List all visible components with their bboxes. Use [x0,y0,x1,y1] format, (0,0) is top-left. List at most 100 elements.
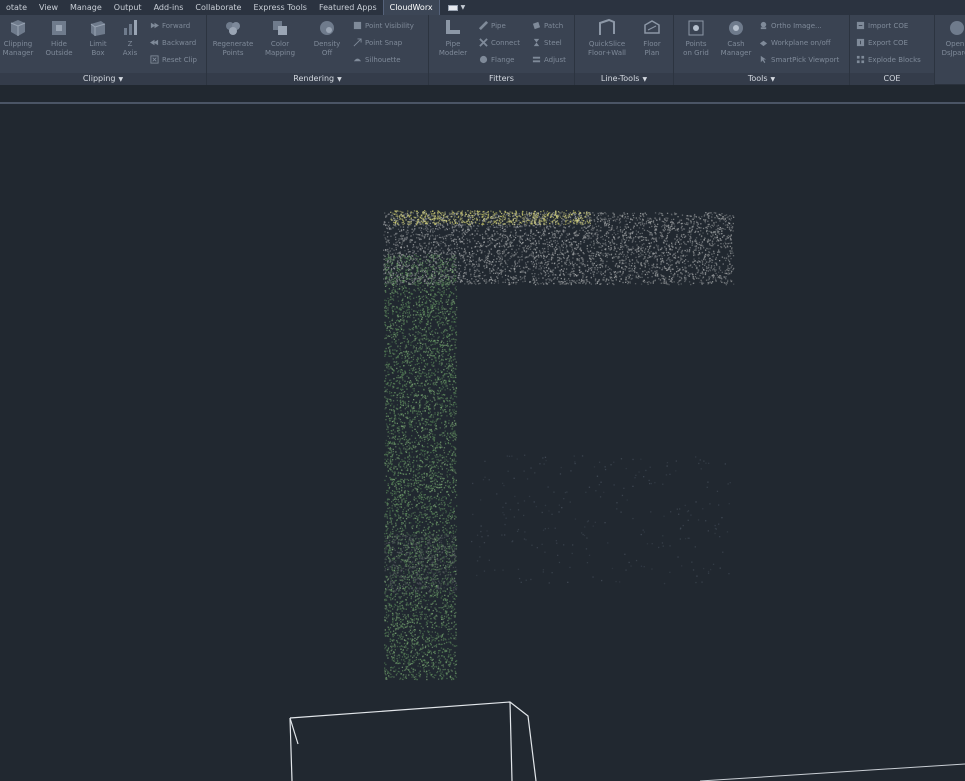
export-icon [856,38,865,47]
tab-cloudworx[interactable]: CloudWorx [382,0,440,15]
color-mapping-button[interactable]: Color Mapping [260,17,300,69]
tab-manage[interactable]: Manage [64,0,108,15]
patch-button[interactable]: Patch [532,18,563,33]
hide-outside-icon [52,21,66,35]
silhouette-icon [353,58,362,62]
floor-plan-button[interactable]: Floor Plan [633,17,671,69]
wireframe-box-left-edge [289,717,293,781]
panel-tools: Points on Grid Cash Manager Ortho Image.… [674,15,850,85]
tab-output[interactable]: Output [108,0,148,15]
clipping-manager-button[interactable]: Clipping Manager [0,17,38,69]
points-on-grid-icon [688,20,704,36]
color-mapping-icon [273,21,287,35]
panel-tools-title[interactable]: Tools ▼ [674,73,849,85]
patch-icon [532,21,541,30]
ortho-image-button[interactable]: Ortho Image... [759,18,822,33]
z-axis-icon [124,20,137,35]
workplane-icon [759,40,768,47]
tab-add-ins[interactable]: Add-ins [148,0,190,15]
steel-button[interactable]: Steel [532,35,562,50]
chevron-down-icon: ▼ [337,76,342,83]
panel-clipping-title[interactable]: Clipping ▼ [0,73,206,85]
ortho-image-icon [760,21,767,30]
ribbon-tab-bar: otate View Manage Output Add-ins Collabo… [0,0,965,15]
open-jetstream-icon [950,21,964,35]
cash-manager-button[interactable]: Cash Manager [716,17,756,69]
limit-box-icon [90,21,106,36]
density-off-button[interactable]: Density Off [307,17,347,69]
reset-clip-icon [150,55,159,64]
open-jetstream-button[interactable]: Open DsJpare [935,17,965,69]
point-visibility-icon [353,21,362,30]
point-visibility-button[interactable]: Point Visibility [353,18,414,33]
quickslice-icon [599,18,615,35]
workplane-button[interactable]: Workplane on/off [759,35,831,50]
pipe-icon [479,21,488,30]
cash-manager-icon [729,21,743,35]
import-coe-button[interactable]: Import COE [856,18,908,33]
point-snap-button[interactable]: Point Snap [353,35,402,50]
tab-featured-apps[interactable]: Featured Apps [313,0,383,15]
forward-button[interactable]: Forward [150,18,190,33]
connect-button[interactable]: Connect [479,35,520,50]
backward-icon [150,39,159,46]
chevron-down-icon: ▼ [460,4,466,11]
z-axis-button[interactable]: Z Axis [112,17,148,69]
tab-view[interactable]: View [33,0,64,15]
panel-line-tools: QuickSlice Floor+Wall Floor Plan Line-To… [575,15,674,85]
adjust-button[interactable]: Adjust [532,52,566,67]
smartpick-viewport-button[interactable]: SmartPick Viewport [759,52,839,67]
regenerate-points-icon [226,22,240,35]
points-on-grid-button[interactable]: Points on Grid [676,17,716,69]
wireframe-box [289,701,537,781]
panel-clipped: Open DsJpare [935,15,965,85]
panel-coe-title: COE [850,73,934,85]
panel-rendering-title[interactable]: Rendering ▼ [207,73,428,85]
steel-icon [533,38,540,47]
point-snap-icon [353,38,362,47]
floor-plan-icon [644,20,660,34]
adjust-icon [532,56,541,63]
silhouette-button[interactable]: Silhouette [353,52,401,67]
pipe-button[interactable]: Pipe [479,18,506,33]
density-icon [320,21,334,35]
ribbon: Clipping Manager Hide Outside Limit Box … [0,15,965,85]
smartpick-icon [760,55,767,64]
forward-icon [150,22,159,29]
chevron-down-icon: ▼ [642,76,648,83]
drawing-viewport[interactable] [0,104,965,781]
pipe-modeler-icon [446,20,460,34]
export-coe-button[interactable]: Export COE [856,35,908,50]
pipe-modeler-button[interactable]: Pipe Modeler [433,17,473,69]
tab-collaborate[interactable]: Collaborate [189,0,247,15]
panel-line-tools-title[interactable]: Line-Tools ▼ [575,73,673,85]
chevron-down-icon: ▼ [770,76,776,83]
ribbon-minimize-toggle[interactable]: ▼ [440,0,474,15]
wireframe-box-inner-edge [509,701,513,781]
flange-button[interactable]: Flange [479,52,514,67]
panel-fitters: Pipe Modeler Pipe Connect Flange Patch S… [429,15,575,85]
quickslice-button[interactable]: QuickSlice Floor+Wall [582,17,632,69]
explode-blocks-button[interactable]: Explode Blocks [856,52,921,67]
wireframe-box-top-edge [289,701,537,781]
ground-line [699,763,965,781]
panel-coe: Import COE Export COE Explode Blocks COE [850,15,935,85]
model-space-canvas [289,210,965,781]
tab-annotate[interactable]: otate [0,0,33,15]
clipping-manager-icon [10,20,26,36]
panel-rendering: Regenerate Points Color Mapping Density … [207,15,429,85]
panel-clipping: Clipping Manager Hide Outside Limit Box … [0,15,207,85]
regenerate-points-button[interactable]: Regenerate Points [210,17,256,69]
flange-icon [479,55,488,64]
panel-fitters-title: Fitters [429,73,574,85]
reset-clip-button[interactable]: Reset Clip [150,52,197,67]
hide-outside-button[interactable]: Hide Outside [39,17,79,69]
point-cloud [383,210,735,681]
tab-express-tools[interactable]: Express Tools [247,0,313,15]
connect-icon [479,38,488,47]
chevron-down-icon: ▼ [118,76,124,83]
import-icon [856,21,865,30]
panel-toggle-icon [447,4,458,11]
explode-blocks-icon [856,55,865,64]
backward-button[interactable]: Backward [150,35,196,50]
